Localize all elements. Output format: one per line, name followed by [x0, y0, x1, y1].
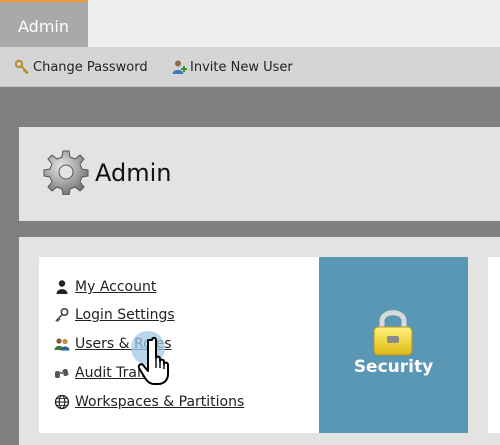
security-tile[interactable]: Security — [319, 257, 468, 433]
admin-header: Admin — [19, 127, 500, 221]
page-title: Admin — [95, 159, 172, 187]
workspaces-partitions-link[interactable]: Workspaces & Partitions — [54, 394, 244, 410]
invite-new-user-label: Invite New User — [190, 59, 293, 75]
next-card-edge — [488, 257, 500, 433]
workspaces-partitions-label: Workspaces & Partitions — [75, 394, 245, 410]
key-icon — [54, 307, 70, 323]
my-account-label: My Account — [75, 279, 157, 295]
globe-icon — [54, 394, 70, 410]
security-label: Security — [353, 357, 434, 377]
toolbar: Change Password Invite New User — [0, 47, 500, 87]
gear-icon — [43, 149, 89, 196]
login-settings-link[interactable]: Login Settings — [54, 307, 175, 323]
key-icon — [14, 59, 30, 75]
user-icon — [54, 279, 70, 295]
users-icon — [54, 336, 70, 352]
tab-admin[interactable]: Admin — [0, 0, 88, 47]
users-roles-label: Users & Roles — [75, 336, 172, 352]
top-bar: Admin — [0, 0, 500, 47]
users-roles-link[interactable]: Users & Roles — [54, 336, 171, 352]
admin-content: My Account Login Settings Users & Roles … — [19, 237, 500, 445]
invite-new-user-button[interactable]: Invite New User — [171, 59, 293, 75]
admin-links-card: My Account Login Settings Users & Roles … — [39, 257, 319, 433]
change-password-label: Change Password — [33, 59, 148, 75]
binoculars-icon — [54, 365, 70, 381]
audit-trail-link[interactable]: Audit Trail — [54, 365, 145, 381]
my-account-link[interactable]: My Account — [54, 279, 156, 295]
change-password-button[interactable]: Change Password — [14, 59, 148, 75]
user-add-icon — [171, 59, 187, 75]
audit-trail-label: Audit Trail — [75, 365, 145, 381]
login-settings-label: Login Settings — [75, 307, 175, 323]
padlock-icon — [371, 307, 415, 357]
